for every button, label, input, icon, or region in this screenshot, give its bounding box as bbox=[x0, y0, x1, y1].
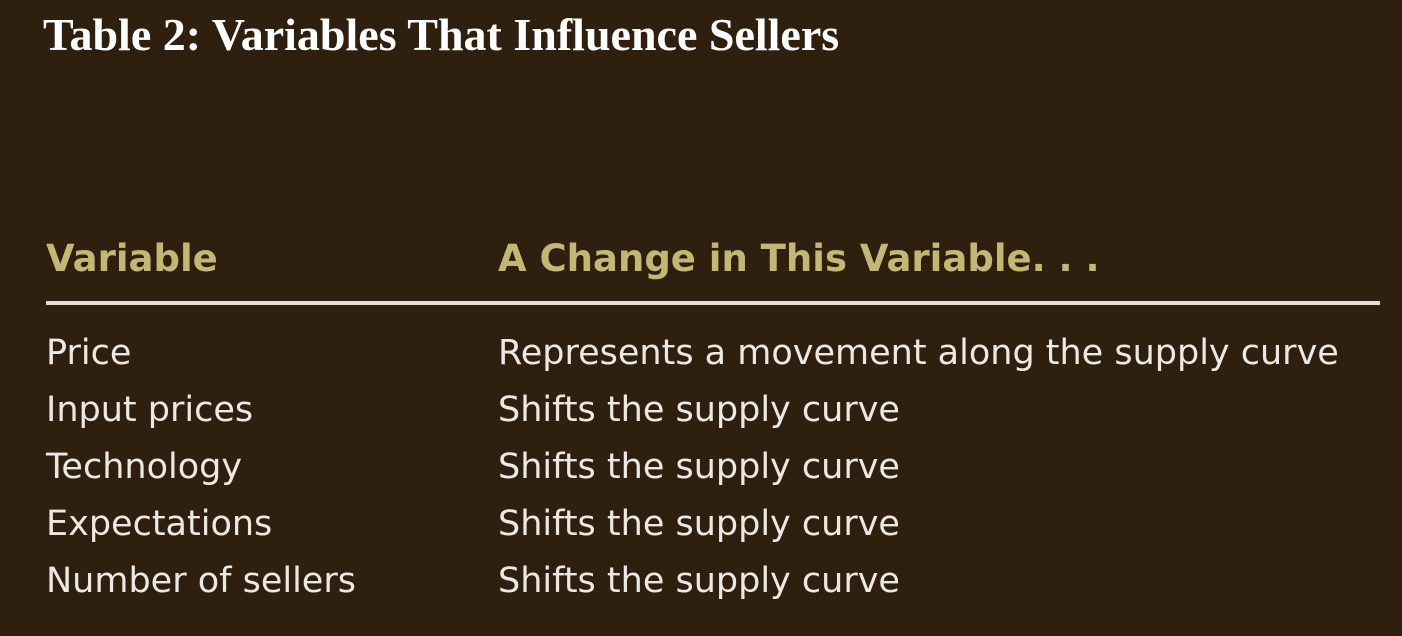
slide: Table 2: Variables That Influence Seller… bbox=[0, 0, 1402, 636]
table-row: Input prices Shifts the supply curve bbox=[46, 383, 1380, 440]
page-title: Table 2: Variables That Influence Seller… bbox=[43, 9, 840, 60]
table-row: Technology Shifts the supply curve bbox=[46, 440, 1380, 497]
table-row: Expectations Shifts the supply curve bbox=[46, 497, 1380, 554]
effect-cell: Shifts the supply curve bbox=[498, 390, 900, 430]
variable-cell: Input prices bbox=[46, 390, 254, 430]
table-row: Number of sellers Shifts the supply curv… bbox=[46, 554, 1380, 611]
column-header-variable: Variable bbox=[46, 237, 218, 280]
variable-cell: Expectations bbox=[46, 504, 273, 544]
table-row: Price Represents a movement along the su… bbox=[46, 326, 1380, 383]
effect-cell: Shifts the supply curve bbox=[498, 504, 900, 544]
table-body: Price Represents a movement along the su… bbox=[46, 326, 1380, 611]
table-header-row: Variable A Change in This Variable. . . bbox=[46, 232, 1380, 292]
effect-cell: Represents a movement along the supply c… bbox=[498, 333, 1339, 373]
variables-table: Variable A Change in This Variable. . . … bbox=[46, 232, 1380, 601]
variable-cell: Price bbox=[46, 333, 132, 373]
variable-cell: Number of sellers bbox=[46, 561, 356, 601]
effect-cell: Shifts the supply curve bbox=[498, 561, 900, 601]
variable-cell: Technology bbox=[46, 447, 243, 487]
effect-cell: Shifts the supply curve bbox=[498, 447, 900, 487]
column-header-change: A Change in This Variable. . . bbox=[498, 237, 1100, 280]
header-divider bbox=[46, 301, 1380, 305]
